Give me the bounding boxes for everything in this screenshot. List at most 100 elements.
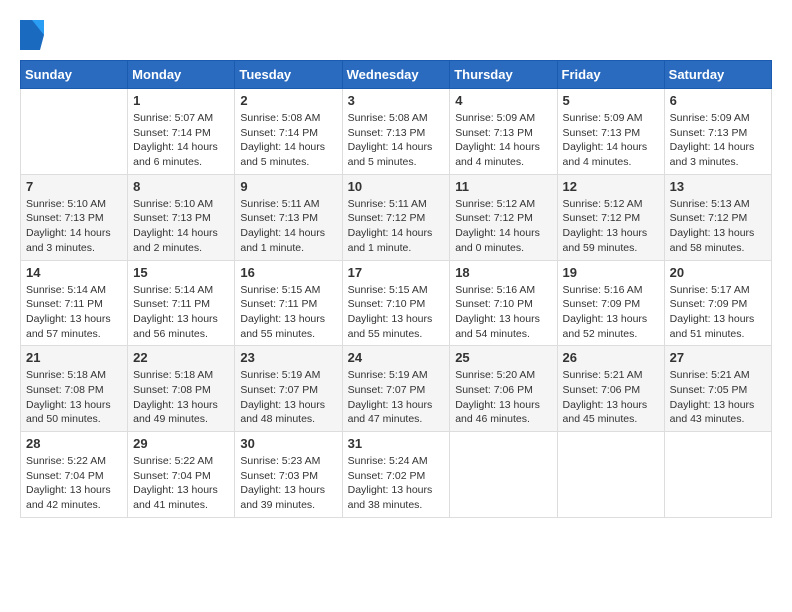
day-number: 2 (240, 93, 336, 108)
calendar-table: SundayMondayTuesdayWednesdayThursdayFrid… (20, 60, 772, 518)
weekday-header-wednesday: Wednesday (342, 61, 450, 89)
day-number: 29 (133, 436, 229, 451)
day-number: 31 (348, 436, 445, 451)
day-info: Sunrise: 5:10 AMSunset: 7:13 PMDaylight:… (133, 197, 229, 256)
day-number: 22 (133, 350, 229, 365)
calendar-cell: 16 Sunrise: 5:15 AMSunset: 7:11 PMDayligh… (235, 260, 342, 346)
day-info: Sunrise: 5:09 AMSunset: 7:13 PMDaylight:… (455, 111, 551, 170)
day-number: 9 (240, 179, 336, 194)
calendar-cell: 7 Sunrise: 5:10 AMSunset: 7:13 PMDaylight… (21, 174, 128, 260)
day-number: 21 (26, 350, 122, 365)
calendar-cell: 13 Sunrise: 5:13 AMSunset: 7:12 PMDayligh… (664, 174, 771, 260)
calendar-cell: 2 Sunrise: 5:08 AMSunset: 7:14 PMDaylight… (235, 89, 342, 175)
calendar-cell: 29 Sunrise: 5:22 AMSunset: 7:04 PMDayligh… (128, 432, 235, 518)
calendar-cell: 18 Sunrise: 5:16 AMSunset: 7:10 PMDayligh… (450, 260, 557, 346)
day-number: 3 (348, 93, 445, 108)
day-number: 11 (455, 179, 551, 194)
day-number: 26 (563, 350, 659, 365)
day-info: Sunrise: 5:16 AMSunset: 7:09 PMDaylight:… (563, 283, 659, 342)
calendar-cell: 14 Sunrise: 5:14 AMSunset: 7:11 PMDayligh… (21, 260, 128, 346)
calendar-cell: 21 Sunrise: 5:18 AMSunset: 7:08 PMDayligh… (21, 346, 128, 432)
calendar-cell: 10 Sunrise: 5:11 AMSunset: 7:12 PMDayligh… (342, 174, 450, 260)
calendar-cell: 1 Sunrise: 5:07 AMSunset: 7:14 PMDaylight… (128, 89, 235, 175)
day-info: Sunrise: 5:11 AMSunset: 7:12 PMDaylight:… (348, 197, 445, 256)
calendar-cell: 4 Sunrise: 5:09 AMSunset: 7:13 PMDaylight… (450, 89, 557, 175)
day-info: Sunrise: 5:07 AMSunset: 7:14 PMDaylight:… (133, 111, 229, 170)
calendar-cell: 17 Sunrise: 5:15 AMSunset: 7:10 PMDayligh… (342, 260, 450, 346)
day-info: Sunrise: 5:19 AMSunset: 7:07 PMDaylight:… (240, 368, 336, 427)
day-info: Sunrise: 5:15 AMSunset: 7:11 PMDaylight:… (240, 283, 336, 342)
day-info: Sunrise: 5:13 AMSunset: 7:12 PMDaylight:… (670, 197, 766, 256)
calendar-cell: 20Sunrise: 5:17 AMSunset: 7:09 PMDayligh… (664, 260, 771, 346)
day-number: 6 (670, 93, 766, 108)
day-number: 5 (563, 93, 659, 108)
weekday-header-sunday: Sunday (21, 61, 128, 89)
calendar-cell (664, 432, 771, 518)
calendar-cell: 22 Sunrise: 5:18 AMSunset: 7:08 PMDayligh… (128, 346, 235, 432)
day-number: 30 (240, 436, 336, 451)
calendar-cell: 9 Sunrise: 5:11 AMSunset: 7:13 PMDaylight… (235, 174, 342, 260)
day-number: 19 (563, 265, 659, 280)
day-number: 24 (348, 350, 445, 365)
calendar-cell: 24 Sunrise: 5:19 AMSunset: 7:07 PMDayligh… (342, 346, 450, 432)
day-info: Sunrise: 5:21 AMSunset: 7:06 PMDaylight:… (563, 368, 659, 427)
calendar-cell: 25 Sunrise: 5:20 AMSunset: 7:06 PMDayligh… (450, 346, 557, 432)
day-number: 17 (348, 265, 445, 280)
day-info: Sunrise: 5:08 AMSunset: 7:14 PMDaylight:… (240, 111, 336, 170)
day-info: Sunrise: 5:22 AMSunset: 7:04 PMDaylight:… (26, 454, 122, 513)
calendar-cell: 27Sunrise: 5:21 AMSunset: 7:05 PMDayligh… (664, 346, 771, 432)
weekday-header-saturday: Saturday (664, 61, 771, 89)
day-number: 16 (240, 265, 336, 280)
day-number: 27 (670, 350, 766, 365)
calendar-cell: 23 Sunrise: 5:19 AMSunset: 7:07 PMDayligh… (235, 346, 342, 432)
day-number: 13 (670, 179, 766, 194)
day-info: Sunrise: 5:14 AMSunset: 7:11 PMDaylight:… (133, 283, 229, 342)
day-number: 1 (133, 93, 229, 108)
day-info: Sunrise: 5:11 AMSunset: 7:13 PMDaylight:… (240, 197, 336, 256)
day-number: 25 (455, 350, 551, 365)
day-number: 10 (348, 179, 445, 194)
day-info: Sunrise: 5:15 AMSunset: 7:10 PMDaylight:… (348, 283, 445, 342)
logo (20, 20, 48, 50)
day-number: 20 (670, 265, 766, 280)
day-info: Sunrise: 5:09 AMSunset: 7:13 PMDaylight:… (563, 111, 659, 170)
day-number: 23 (240, 350, 336, 365)
day-info: Sunrise: 5:10 AMSunset: 7:13 PMDaylight:… (26, 197, 122, 256)
day-info: Sunrise: 5:20 AMSunset: 7:06 PMDaylight:… (455, 368, 551, 427)
day-info: Sunrise: 5:16 AMSunset: 7:10 PMDaylight:… (455, 283, 551, 342)
day-info: Sunrise: 5:12 AMSunset: 7:12 PMDaylight:… (455, 197, 551, 256)
day-number: 12 (563, 179, 659, 194)
day-info: Sunrise: 5:22 AMSunset: 7:04 PMDaylight:… (133, 454, 229, 513)
day-number: 14 (26, 265, 122, 280)
calendar-cell: 15 Sunrise: 5:14 AMSunset: 7:11 PMDayligh… (128, 260, 235, 346)
logo-icon (20, 20, 44, 50)
day-number: 4 (455, 93, 551, 108)
day-number: 15 (133, 265, 229, 280)
day-info: Sunrise: 5:08 AMSunset: 7:13 PMDaylight:… (348, 111, 445, 170)
calendar-cell: 11 Sunrise: 5:12 AMSunset: 7:12 PMDayligh… (450, 174, 557, 260)
calendar-cell (557, 432, 664, 518)
calendar-cell: 12Sunrise: 5:12 AMSunset: 7:12 PMDayligh… (557, 174, 664, 260)
day-number: 18 (455, 265, 551, 280)
day-info: Sunrise: 5:23 AMSunset: 7:03 PMDaylight:… (240, 454, 336, 513)
calendar-cell: 31 Sunrise: 5:24 AMSunset: 7:02 PMDayligh… (342, 432, 450, 518)
day-number: 7 (26, 179, 122, 194)
weekday-header-thursday: Thursday (450, 61, 557, 89)
weekday-header-friday: Friday (557, 61, 664, 89)
calendar-cell (450, 432, 557, 518)
calendar-cell: 30 Sunrise: 5:23 AMSunset: 7:03 PMDayligh… (235, 432, 342, 518)
day-info: Sunrise: 5:18 AMSunset: 7:08 PMDaylight:… (26, 368, 122, 427)
calendar-cell: 8 Sunrise: 5:10 AMSunset: 7:13 PMDaylight… (128, 174, 235, 260)
day-info: Sunrise: 5:09 AMSunset: 7:13 PMDaylight:… (670, 111, 766, 170)
weekday-header-tuesday: Tuesday (235, 61, 342, 89)
calendar-cell: 5 Sunrise: 5:09 AMSunset: 7:13 PMDaylight… (557, 89, 664, 175)
calendar-cell: 3 Sunrise: 5:08 AMSunset: 7:13 PMDaylight… (342, 89, 450, 175)
day-info: Sunrise: 5:18 AMSunset: 7:08 PMDaylight:… (133, 368, 229, 427)
weekday-header-monday: Monday (128, 61, 235, 89)
calendar-cell (21, 89, 128, 175)
calendar-cell: 19 Sunrise: 5:16 AMSunset: 7:09 PMDayligh… (557, 260, 664, 346)
day-info: Sunrise: 5:19 AMSunset: 7:07 PMDaylight:… (348, 368, 445, 427)
day-info: Sunrise: 5:14 AMSunset: 7:11 PMDaylight:… (26, 283, 122, 342)
day-info: Sunrise: 5:24 AMSunset: 7:02 PMDaylight:… (348, 454, 445, 513)
day-number: 8 (133, 179, 229, 194)
